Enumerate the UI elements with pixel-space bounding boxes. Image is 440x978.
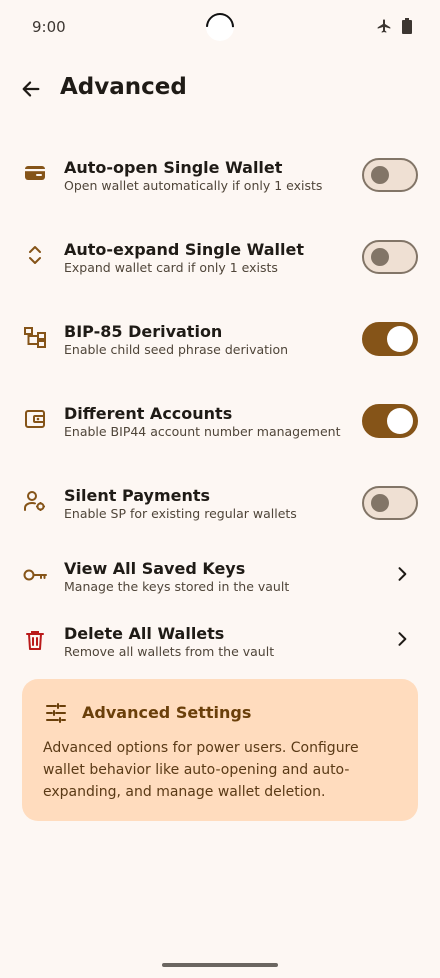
status-bar: 9:00 bbox=[0, 0, 440, 56]
setting-different-accounts[interactable]: Different Accounts Enable BIP44 account … bbox=[0, 378, 440, 460]
chevron-right-icon bbox=[398, 632, 407, 646]
page-title: Advanced bbox=[60, 74, 187, 100]
nav-subtitle: Manage the keys stored in the vault bbox=[64, 579, 290, 594]
toggle-knob bbox=[371, 248, 389, 266]
wallet-icon bbox=[22, 160, 48, 186]
info-card-body: Advanced options for power users. Config… bbox=[43, 740, 359, 800]
camera-ring bbox=[200, 7, 240, 47]
toggle-knob bbox=[371, 166, 389, 184]
bip85-toggle[interactable] bbox=[362, 322, 418, 356]
status-icons bbox=[376, 18, 412, 34]
setting-auto-open-single-wallet[interactable]: Auto-open Single Wallet Open wallet auto… bbox=[0, 132, 440, 214]
setting-subtitle: Enable BIP44 account number management bbox=[64, 424, 341, 439]
top-app-bar: Advanced bbox=[0, 60, 440, 120]
setting-bip85-derivation[interactable]: BIP-85 Derivation Enable child seed phra… bbox=[0, 296, 440, 378]
nav-view-all-saved-keys[interactable]: View All Saved Keys Manage the keys stor… bbox=[0, 542, 440, 607]
trash-icon bbox=[22, 627, 48, 653]
setting-title: Different Accounts bbox=[64, 404, 233, 423]
back-button[interactable] bbox=[14, 72, 48, 106]
setting-title: BIP-85 Derivation bbox=[64, 322, 223, 341]
nav-title: Delete All Wallets bbox=[64, 624, 225, 643]
info-card-title: Advanced Settings bbox=[82, 703, 252, 722]
expand-icon bbox=[22, 242, 48, 268]
back-arrow-icon bbox=[22, 81, 40, 97]
different-accounts-toggle[interactable] bbox=[362, 404, 418, 438]
user-settings-icon bbox=[22, 488, 48, 514]
setting-subtitle: Open wallet automatically if only 1 exis… bbox=[64, 178, 323, 193]
tree-icon bbox=[22, 324, 48, 350]
key-icon bbox=[22, 562, 48, 588]
auto-expand-toggle[interactable] bbox=[362, 240, 418, 274]
setting-subtitle: Expand wallet card if only 1 exists bbox=[64, 260, 278, 275]
setting-subtitle: Enable child seed phrase derivation bbox=[64, 342, 289, 357]
battery-icon bbox=[402, 18, 412, 34]
auto-open-toggle[interactable] bbox=[362, 158, 418, 192]
silent-payments-toggle[interactable] bbox=[362, 486, 418, 520]
tune-icon bbox=[46, 703, 66, 723]
account-wallet-icon bbox=[22, 406, 48, 432]
toggle-knob bbox=[387, 326, 413, 352]
chevron-right-icon bbox=[398, 567, 407, 581]
nav-subtitle: Remove all wallets from the vault bbox=[64, 644, 275, 659]
toggle-knob bbox=[371, 494, 389, 512]
status-time: 9:00 bbox=[32, 18, 66, 36]
airplane-mode-icon bbox=[377, 19, 391, 33]
setting-title: Auto-open Single Wallet bbox=[64, 158, 283, 177]
toggle-knob bbox=[387, 408, 413, 434]
setting-title: Auto-expand Single Wallet bbox=[64, 240, 304, 259]
setting-title: Silent Payments bbox=[64, 486, 211, 505]
nav-title: View All Saved Keys bbox=[64, 559, 246, 578]
setting-subtitle: Enable SP for existing regular wallets bbox=[64, 506, 297, 521]
setting-auto-expand-single-wallet[interactable]: Auto-expand Single Wallet Expand wallet … bbox=[0, 214, 440, 296]
home-indicator[interactable] bbox=[162, 963, 278, 967]
nav-delete-all-wallets[interactable]: Delete All Wallets Remove all wallets fr… bbox=[0, 607, 440, 672]
settings-list: Auto-open Single Wallet Open wallet auto… bbox=[0, 132, 440, 672]
advanced-settings-info-card: Advanced Settings Advanced options for p… bbox=[22, 679, 418, 821]
setting-silent-payments[interactable]: Silent Payments Enable SP for existing r… bbox=[0, 460, 440, 542]
